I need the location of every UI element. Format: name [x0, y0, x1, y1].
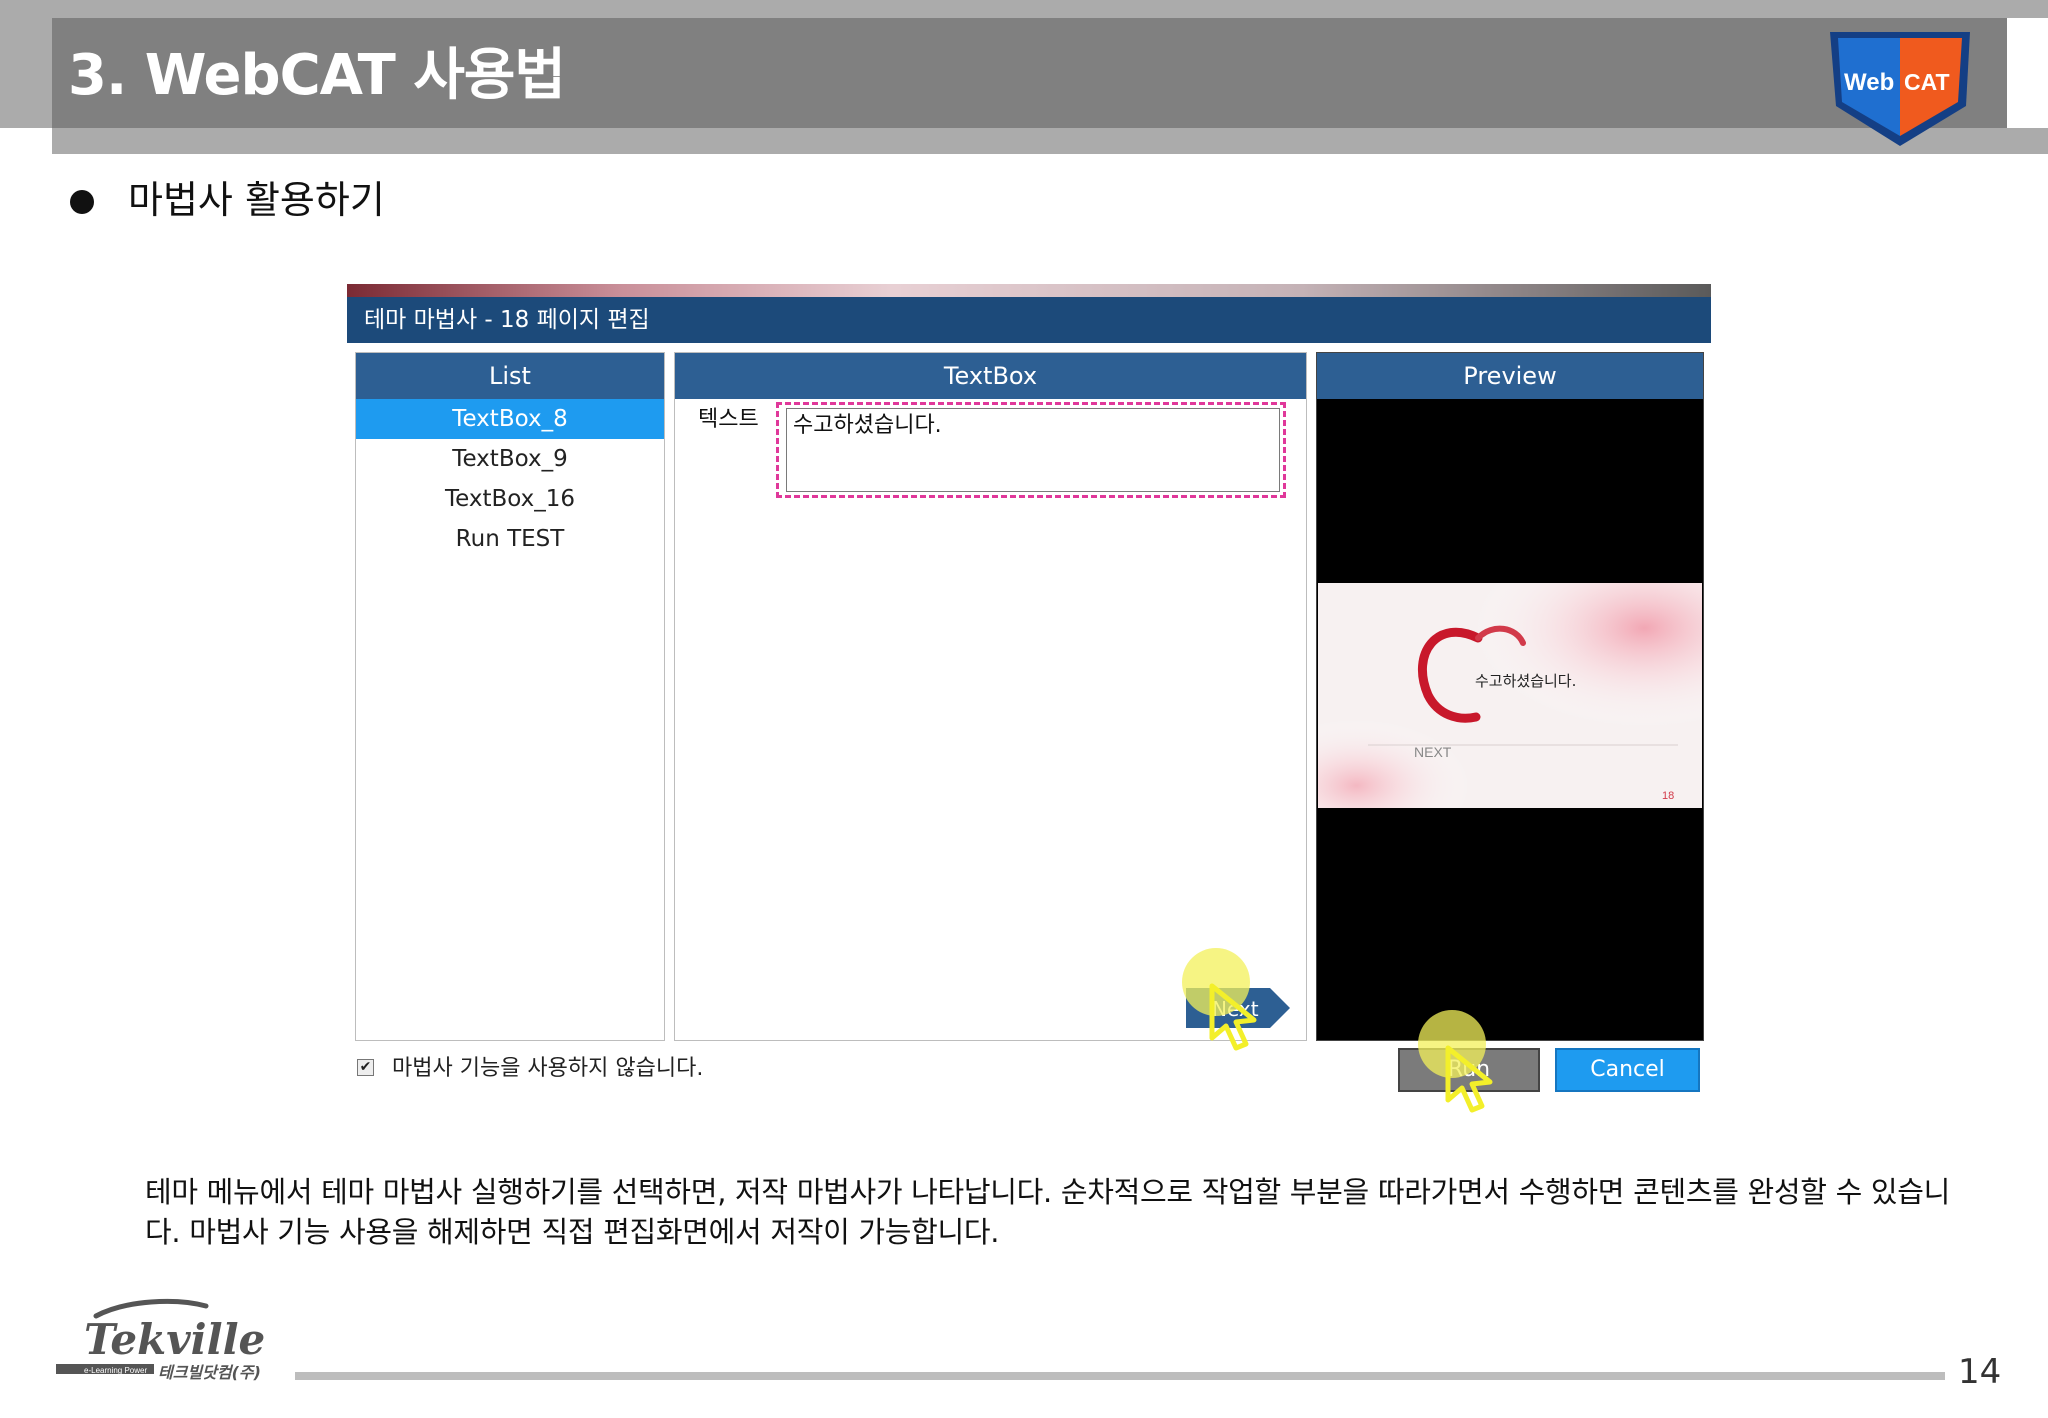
dialog-title: 테마 마법사 - 18 페이지 편집	[364, 307, 650, 333]
list-item-run-test[interactable]: Run TEST	[356, 519, 664, 559]
preview-page-number: 18	[1662, 790, 1674, 802]
preview-text: 수고하셨습니다.	[1475, 672, 1576, 690]
tekville-logo-text: Tekville	[84, 1315, 265, 1364]
preview-thumbnail: 수고하셨습니다. NEXT 18	[1318, 583, 1702, 808]
header-top-strip	[0, 0, 2048, 18]
textbox-panel-header: TextBox	[675, 353, 1306, 399]
list-panel: List TextBox_8 TextBox_9 TextBox_16 Run …	[355, 352, 665, 1041]
cursor-highlight-next-icon	[1182, 948, 1257, 1051]
list-item-textbox-9[interactable]: TextBox_9	[356, 439, 664, 479]
list-item-textbox-8[interactable]: TextBox_8	[356, 399, 664, 439]
disable-wizard-checkbox[interactable]: ✔	[357, 1059, 374, 1076]
text-field-label: 텍스트	[698, 407, 759, 432]
webcat-logo: Web CAT	[1830, 32, 1970, 146]
tekville-logo: Tekville e-Learning Power 테크빌닷컴(주)	[56, 1298, 265, 1382]
description-text: 테마 메뉴에서 테마 마법사 실행하기를 선택하면, 저작 마법사가 나타납니다…	[145, 1175, 1951, 1249]
background-window-strip	[347, 284, 1711, 297]
list-item-textbox-16[interactable]: TextBox_16	[356, 479, 664, 519]
header-right-gap	[2007, 18, 2048, 128]
page-title: 3. WebCAT 사용법	[68, 43, 566, 108]
tekville-korean-name: 테크빌닷컴(주)	[158, 1363, 261, 1382]
header-underline-strip	[52, 128, 2048, 154]
page-number: 14	[1958, 1352, 2002, 1392]
tekville-tagline: e-Learning Power	[84, 1366, 147, 1375]
bullet-dot	[70, 190, 94, 214]
logo-text-cat: CAT	[1904, 69, 1950, 95]
logo-text-web: Web	[1844, 69, 1894, 96]
text-input[interactable]: 수고하셨습니다.	[786, 408, 1280, 492]
cancel-button[interactable]: Cancel	[1555, 1048, 1700, 1092]
disable-wizard-label: 마법사 기능을 사용하지 않습니다.	[392, 1056, 704, 1081]
list-panel-header: List	[356, 353, 664, 399]
section-subtitle: 마법사 활용하기	[128, 178, 385, 222]
footer-line	[295, 1372, 1945, 1380]
preview-next-text: NEXT	[1414, 744, 1452, 760]
preview-panel-header: Preview	[1317, 353, 1703, 399]
header-left-strip	[0, 18, 52, 128]
cursor-highlight-run-icon	[1418, 1010, 1493, 1113]
